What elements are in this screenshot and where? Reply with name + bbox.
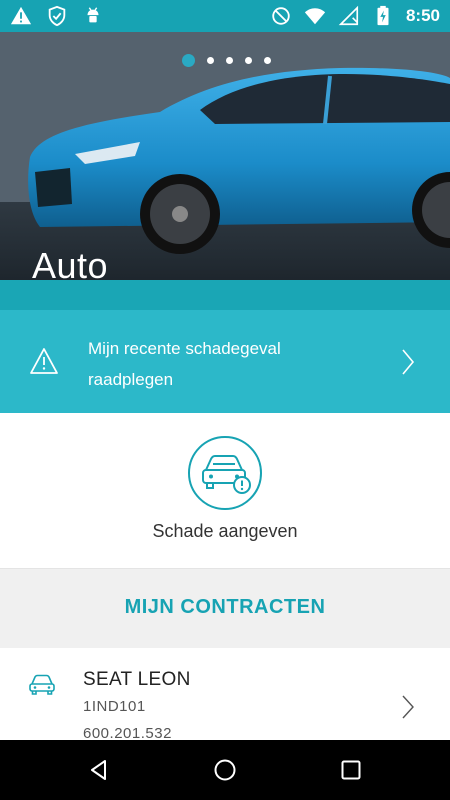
car-alert-icon (202, 455, 251, 494)
report-damage-section: Schade aangeven (0, 413, 450, 568)
recents-icon[interactable] (339, 758, 363, 782)
car-icon (29, 674, 55, 695)
carousel-dot[interactable] (225, 57, 233, 64)
recent-claim-row[interactable]: Mijn recente schadegeval raadplegen (0, 310, 450, 413)
navigation-bar (0, 740, 450, 800)
warning-icon (10, 5, 32, 27)
back-icon[interactable] (87, 758, 111, 782)
hero-title: Auto (32, 245, 109, 281)
report-damage-button[interactable] (188, 436, 262, 510)
status-time: 8:50 (405, 6, 440, 25)
report-damage-label[interactable]: Schade aangeven (0, 521, 450, 542)
battery-charging-icon (372, 5, 394, 27)
car-image (0, 32, 450, 280)
status-bar: 8:50 (0, 0, 450, 32)
contract-item[interactable]: SEAT LEON 1IND101 600.201.532 (0, 648, 450, 742)
hero-carousel[interactable]: Auto (0, 32, 450, 280)
chevron-right-icon (402, 695, 414, 719)
hero-footer-strip (0, 280, 450, 310)
recent-claim-label: Mijn recente schadegeval raadplegen (88, 339, 281, 389)
chevron-right-icon (402, 349, 415, 375)
contracts-title: MIJN CONTRACTEN (124, 596, 326, 618)
contract-vehicle-name: SEAT LEON (83, 669, 191, 690)
contracts-header: MIJN CONTRACTEN (0, 568, 450, 648)
contract-plate: 1IND101 (83, 698, 146, 715)
carousel-dot[interactable] (244, 57, 252, 64)
shield-check-icon (46, 5, 68, 27)
android-debug-icon (82, 5, 104, 27)
do-not-disturb-icon (270, 5, 292, 27)
warning-icon (30, 348, 58, 374)
carousel-dot[interactable] (206, 57, 214, 64)
carousel-dot[interactable] (181, 54, 195, 67)
carousel-dot[interactable] (263, 57, 271, 64)
signal-icon (338, 5, 360, 27)
home-icon[interactable] (213, 758, 237, 782)
wifi-icon (304, 5, 326, 27)
carousel-indicator[interactable] (0, 54, 450, 67)
